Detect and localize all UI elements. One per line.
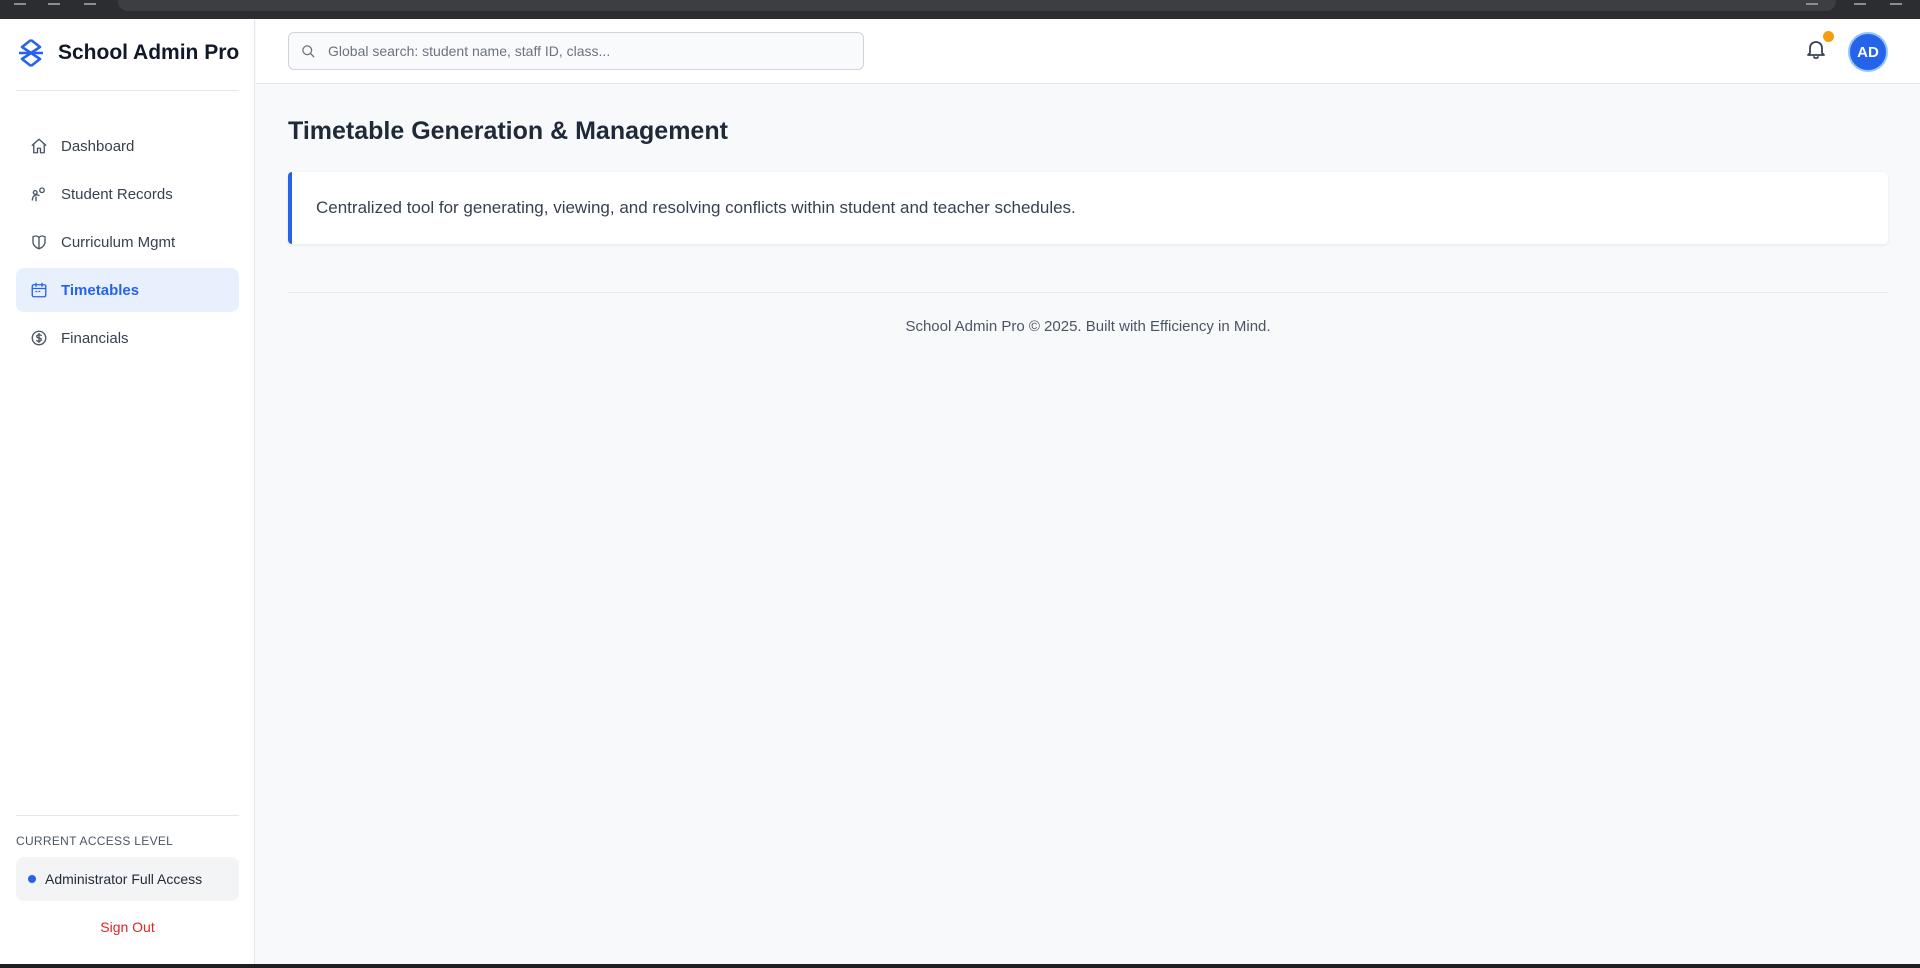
sidebar-item-timetables[interactable]: Timetables xyxy=(16,268,239,312)
sidebar-item-student-records[interactable]: Student Records xyxy=(16,172,239,216)
app-name: School Admin Pro xyxy=(58,41,240,64)
sidebar-item-label: Student Records xyxy=(61,185,173,203)
divider xyxy=(16,90,239,91)
app-logo-icon xyxy=(19,38,43,68)
sidebar-item-curriculum[interactable]: Curriculum Mgmt xyxy=(16,220,239,264)
sidebar-item-label: Dashboard xyxy=(61,137,135,155)
home-icon xyxy=(29,136,49,156)
info-card: Centralized tool for generating, viewing… xyxy=(288,172,1888,244)
calendar-icon xyxy=(29,280,49,300)
avatar[interactable]: AD xyxy=(1848,32,1888,72)
browser-top-bar xyxy=(0,0,1920,19)
sidebar-item-label: Curriculum Mgmt xyxy=(61,233,176,251)
divider xyxy=(16,815,239,816)
sidebar-item-dashboard[interactable]: Dashboard xyxy=(16,124,239,168)
dollar-circle-icon xyxy=(29,328,49,348)
search-input[interactable] xyxy=(328,43,828,59)
brand[interactable]: School Admin Pro xyxy=(16,35,239,71)
reload-icon[interactable] xyxy=(84,0,96,5)
forward-icon[interactable] xyxy=(48,0,60,5)
access-level-heading: CURRENT ACCESS LEVEL xyxy=(16,834,174,848)
sidebar-item-label: Financials xyxy=(61,329,129,347)
notification-badge xyxy=(1823,31,1834,42)
access-level-label: Administrator Full Access xyxy=(45,871,203,887)
page-footer: School Admin Pro © 2025. Built with Effi… xyxy=(905,318,1271,335)
page-title: Timetable Generation & Management xyxy=(288,117,728,145)
sidebar-item-financials[interactable]: Financials xyxy=(16,316,239,360)
search-icon xyxy=(302,44,315,58)
sidebar-item-label: Timetables xyxy=(61,281,140,299)
sidebar-nav: Dashboard Student Records Curriculum Mgm… xyxy=(16,124,239,364)
divider xyxy=(288,292,1888,293)
profile-icon[interactable] xyxy=(1854,0,1866,5)
sign-out-button[interactable]: Sign Out xyxy=(16,919,239,935)
curriculum-icon xyxy=(29,232,49,252)
address-bar[interactable] xyxy=(118,0,1836,11)
back-icon[interactable] xyxy=(14,0,26,5)
status-dot-icon xyxy=(28,875,36,883)
page-description: Centralized tool for generating, viewing… xyxy=(316,198,1076,217)
top-header: AD xyxy=(256,19,1920,84)
search-box[interactable] xyxy=(288,32,864,70)
bookmark-icon[interactable] xyxy=(1806,0,1818,5)
sidebar: School Admin Pro Dashboard Student Recor… xyxy=(0,19,255,964)
students-icon xyxy=(29,184,49,204)
browser-menu-icon[interactable] xyxy=(1890,0,1902,5)
access-level-badge: Administrator Full Access xyxy=(16,857,239,901)
bottom-edge xyxy=(0,964,1920,968)
